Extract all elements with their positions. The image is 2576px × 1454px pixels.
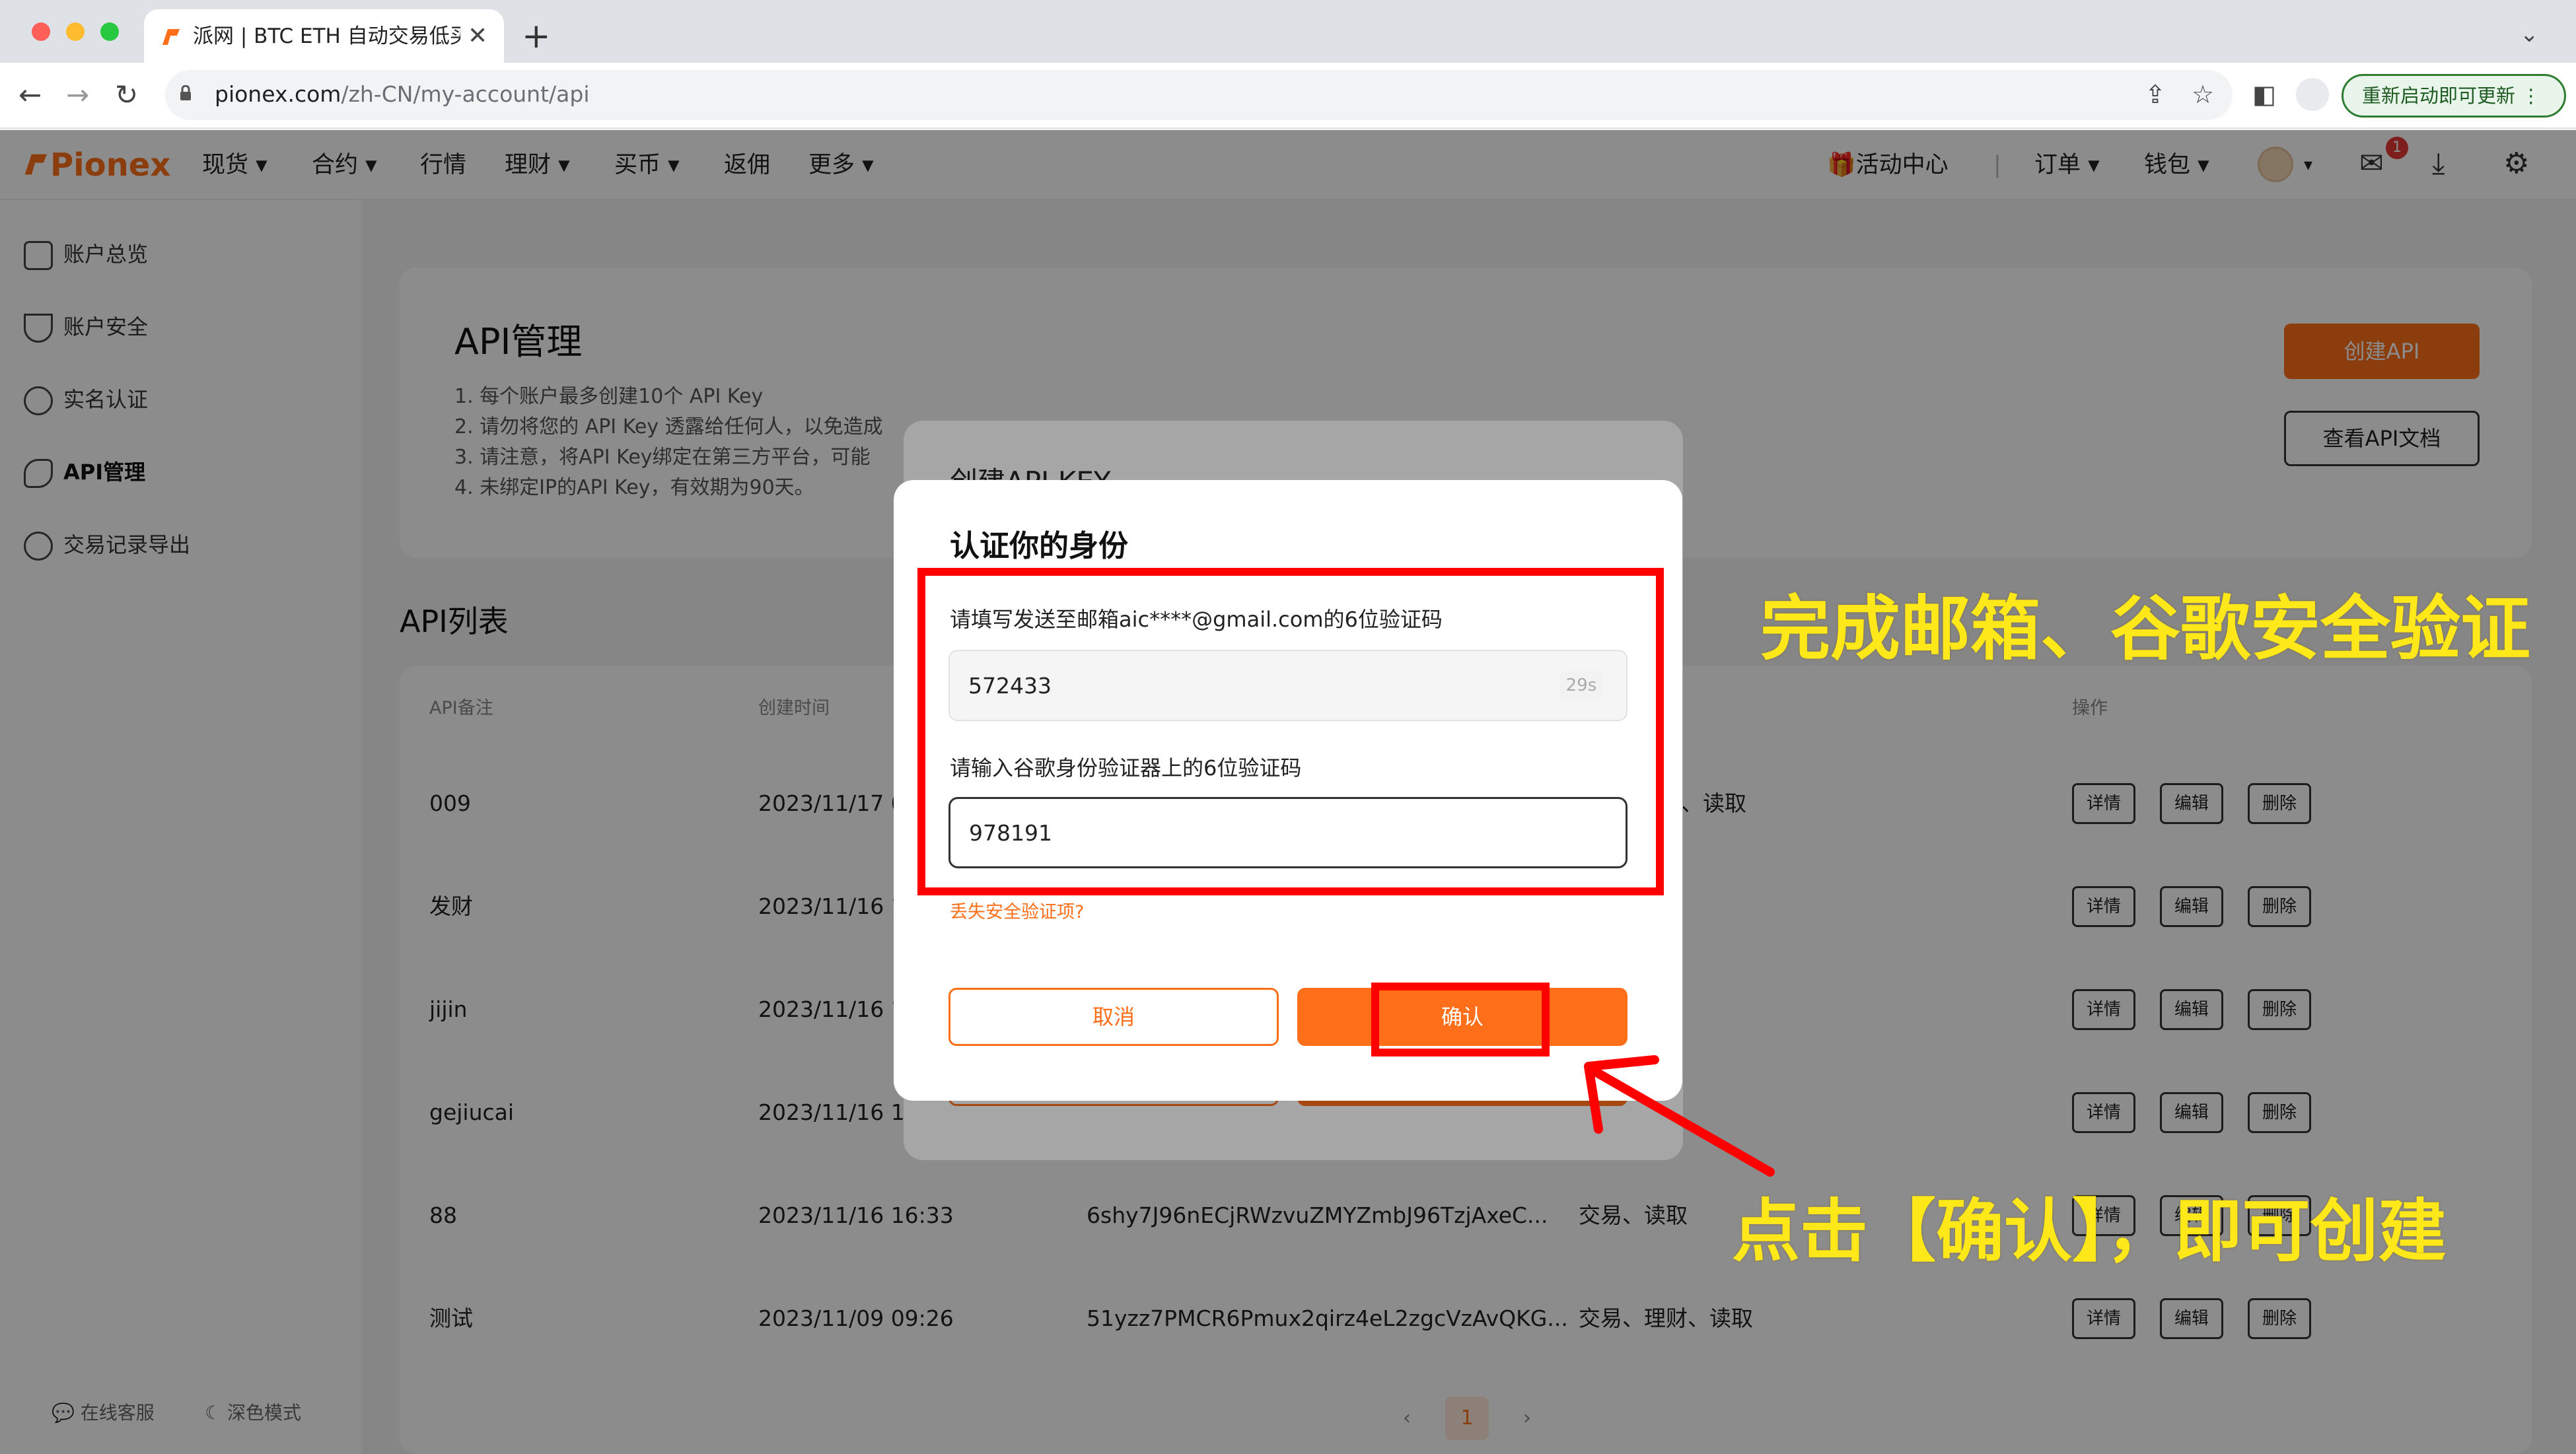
profile-icon[interactable]: [2296, 78, 2329, 111]
window-zoom-button[interactable]: [100, 22, 119, 41]
star-icon[interactable]: ☆: [2192, 79, 2214, 110]
verify-modal-title: 认证你的身份: [950, 528, 1129, 563]
tab-search-chevron-icon[interactable]: ⌄: [2520, 21, 2539, 48]
new-tab-icon[interactable]: +: [522, 16, 551, 57]
lost-security-link[interactable]: 丢失安全验证项?: [950, 898, 1084, 927]
cancel-button[interactable]: 取消: [948, 988, 1279, 1046]
share-icon[interactable]: ⇪: [2145, 79, 2166, 110]
tab-close-icon[interactable]: ✕: [468, 20, 487, 53]
pionex-favicon-icon: [162, 29, 180, 45]
reload-icon[interactable]: ↻: [115, 79, 138, 111]
highlight-confirm-box: [1371, 983, 1550, 1056]
annotation-verify: 完成邮箱、谷歌安全验证: [1760, 588, 2530, 670]
window-close-button[interactable]: [32, 22, 50, 41]
annotation-confirm: 点击【确认】，即可创建: [1732, 1192, 2447, 1271]
window-minimize-button[interactable]: [66, 22, 85, 41]
sidebar-icon[interactable]: ◧: [2252, 79, 2276, 110]
highlight-verification-box: [917, 568, 1664, 895]
annotation-arrow-icon: [1584, 1055, 1775, 1177]
url-text[interactable]: pionex.com/zh-CN/my-account/api: [215, 78, 590, 111]
tab-title: 派网 | BTC ETH 自动交易低买高卖: [193, 24, 460, 48]
back-icon[interactable]: ←: [18, 79, 42, 111]
lock-icon: [180, 85, 191, 100]
update-button[interactable]: 重新启动即可更新 ⋮: [2342, 74, 2566, 118]
forward-icon[interactable]: →: [66, 79, 89, 111]
